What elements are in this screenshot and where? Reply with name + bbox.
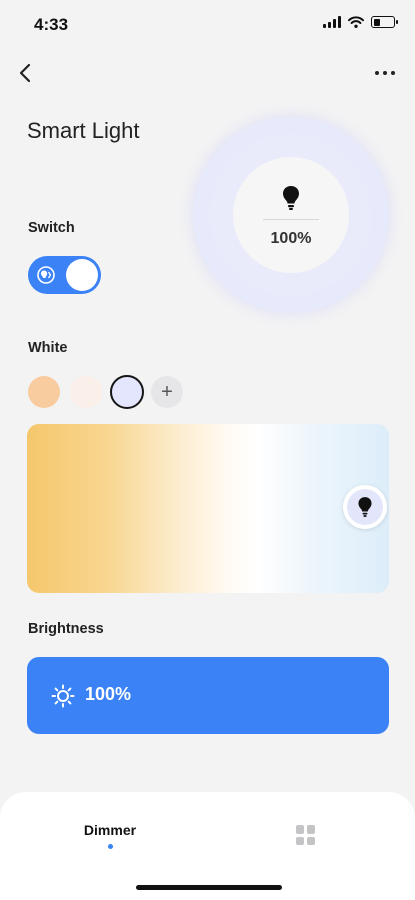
chevron-left-icon: [19, 63, 31, 83]
swatch-warm[interactable]: [28, 376, 60, 408]
wifi-icon: [348, 16, 364, 28]
battery-icon: [371, 16, 398, 28]
temperature-handle[interactable]: [343, 485, 387, 529]
white-label: White: [28, 340, 68, 356]
switch-label: Switch: [28, 220, 75, 236]
grid-icon[interactable]: [296, 825, 316, 845]
brightness-ring[interactable]: 100%: [193, 117, 389, 313]
bulb-icon: [283, 186, 299, 210]
status-time: 4:33: [34, 15, 69, 34]
brightness-label: Brightness: [28, 621, 104, 637]
signal-icon: [323, 16, 341, 28]
ring-center: 100%: [233, 157, 349, 273]
swatch-neutral[interactable]: [70, 376, 102, 408]
more-dot: [375, 71, 379, 75]
active-tab-indicator: [107, 844, 113, 849]
status-icons: [323, 16, 398, 28]
home-indicator: [136, 885, 282, 890]
sun-icon: [51, 684, 75, 708]
brightness-slider[interactable]: 100%: [27, 657, 389, 734]
tab-dimmer-label: Dimmer: [83, 822, 137, 838]
bulb-icon: [358, 497, 372, 517]
temperature-handle-inner: [347, 489, 383, 525]
page-title: Smart Light: [27, 118, 140, 143]
back-button[interactable]: [12, 60, 38, 86]
more-dot: [391, 71, 395, 75]
swatch-cool-selected[interactable]: [110, 375, 144, 409]
add-swatch-button[interactable]: +: [151, 376, 183, 408]
ring-brightness-value: 100%: [270, 230, 312, 247]
screen: 4:33 Smart Light 100% Switch White + Bri…: [0, 0, 415, 900]
power-switch[interactable]: [28, 256, 101, 294]
switch-knob: [66, 259, 98, 291]
tab-dimmer[interactable]: Dimmer: [70, 822, 150, 849]
bottom-nav: Dimmer: [0, 792, 415, 900]
ring-divider: [263, 219, 319, 220]
brightness-value: 100%: [85, 684, 132, 704]
more-dot: [383, 71, 387, 75]
color-temperature-panel[interactable]: [27, 424, 389, 593]
light-toggle-icon: [37, 266, 55, 284]
more-options-button[interactable]: [371, 62, 399, 84]
